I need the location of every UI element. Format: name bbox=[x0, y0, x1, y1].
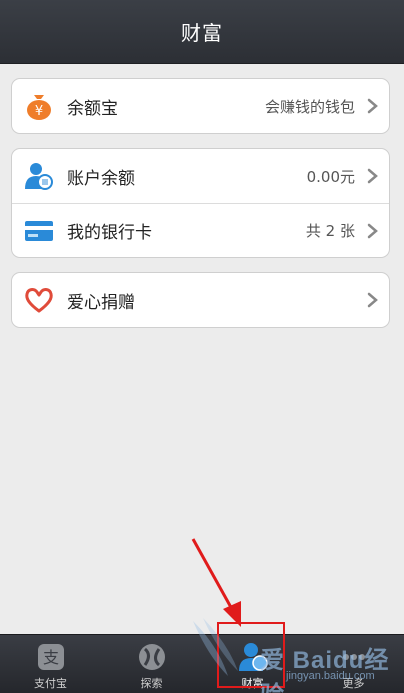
donation-row[interactable]: 爱心捐赠 bbox=[12, 273, 389, 327]
group-account: 账户余额 0.00元 我的银行卡 共 2 张 bbox=[11, 148, 390, 258]
explore-icon bbox=[138, 644, 165, 670]
account-balance-label: 账户余额 bbox=[67, 168, 135, 189]
annotation-highlight-box bbox=[217, 622, 285, 688]
tab-label: 更多 bbox=[342, 677, 365, 690]
bank-card-count: 共 2 张 bbox=[305, 222, 355, 240]
svg-text:支: 支 bbox=[42, 648, 58, 667]
bank-card-icon bbox=[23, 215, 55, 247]
chevron-right-icon bbox=[367, 223, 378, 238]
svg-text:¥: ¥ bbox=[35, 104, 43, 119]
account-balance-icon bbox=[23, 160, 55, 192]
group-yuebao: ¥ 余额宝 会赚钱的钱包 bbox=[11, 78, 390, 134]
chevron-right-icon bbox=[367, 98, 378, 114]
heart-icon bbox=[23, 284, 55, 316]
chevron-right-icon bbox=[367, 168, 378, 184]
group-donation: 爱心捐赠 bbox=[11, 272, 390, 328]
page-title: 财富 bbox=[181, 21, 223, 45]
yuebao-money-bag-icon: ¥ bbox=[23, 90, 55, 122]
top-navigation-bar: 财富 bbox=[0, 0, 404, 64]
bank-card-label: 我的银行卡 bbox=[67, 223, 152, 243]
alipay-icon: 支 bbox=[37, 644, 64, 670]
yuebao-label: 余额宝 bbox=[67, 98, 118, 119]
bank-card-row[interactable]: 我的银行卡 共 2 张 bbox=[12, 203, 389, 257]
yuebao-subtitle: 会赚钱的钱包 bbox=[264, 97, 355, 116]
account-balance-row[interactable]: 账户余额 0.00元 bbox=[12, 149, 389, 203]
tab-explore[interactable]: 探索 bbox=[101, 635, 202, 693]
tab-label: 支付宝 bbox=[34, 677, 67, 690]
tab-label: 探索 bbox=[140, 677, 163, 690]
chevron-right-icon bbox=[367, 292, 378, 308]
account-balance-value: 0.00元 bbox=[306, 167, 355, 186]
annotation-arrow bbox=[191, 538, 241, 627]
bottom-tab-bar: 支 支付宝 探索 财富 更多 bbox=[0, 634, 404, 693]
yuebao-row[interactable]: ¥ 余额宝 会赚钱的钱包 bbox=[12, 79, 389, 133]
tab-more[interactable]: 更多 bbox=[303, 635, 404, 693]
donation-label: 爱心捐赠 bbox=[67, 292, 135, 313]
more-icon bbox=[342, 654, 365, 660]
tab-alipay[interactable]: 支 支付宝 bbox=[0, 635, 101, 693]
